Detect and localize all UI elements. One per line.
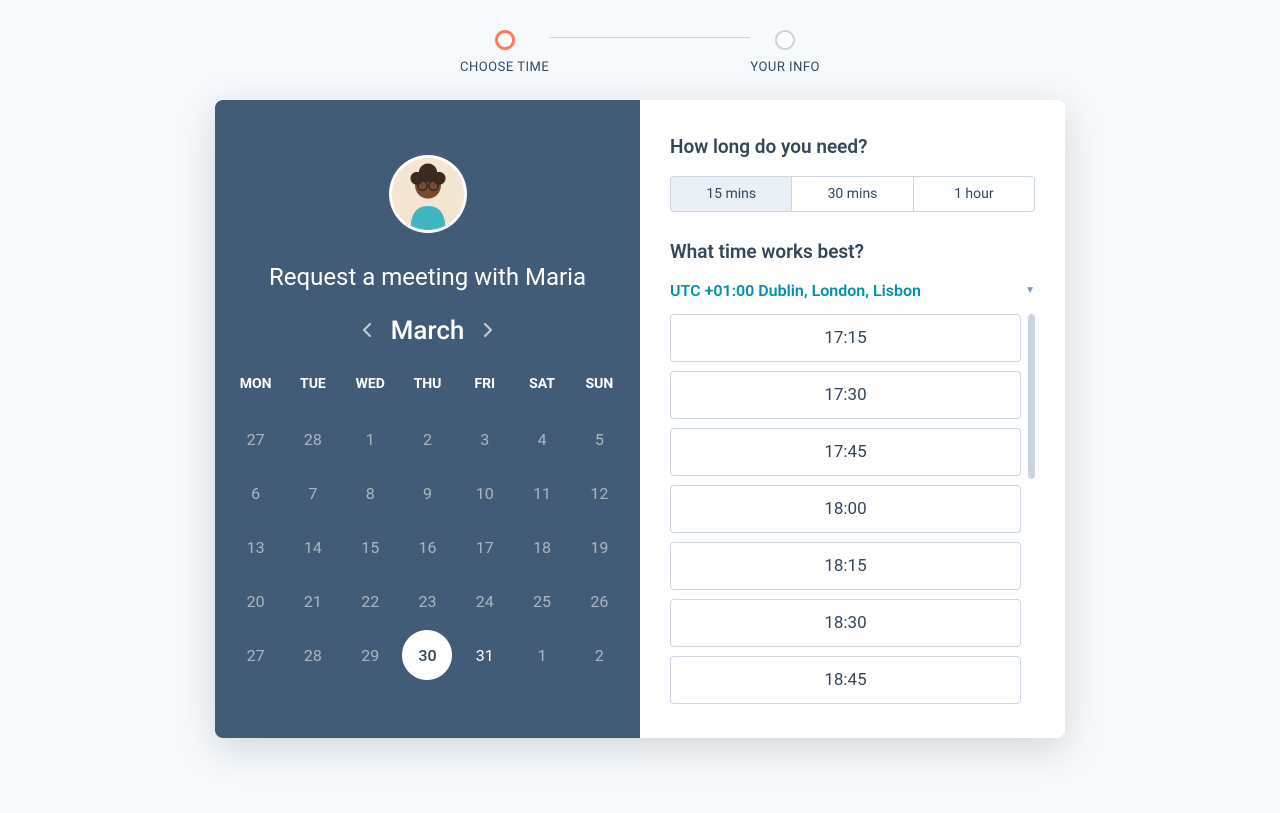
calendar-day[interactable]: 19 [571, 520, 628, 574]
duration-title: How long do you need? [670, 135, 1035, 158]
calendar-day[interactable]: 2 [571, 628, 628, 682]
calendar-day[interactable]: 9 [399, 466, 456, 520]
calendar-day[interactable]: 25 [513, 574, 570, 628]
calendar-weekday: WED [342, 376, 399, 412]
timeslot-option[interactable]: 17:45 [670, 428, 1021, 476]
calendar-day[interactable]: 11 [513, 466, 570, 520]
calendar-day[interactable]: 27 [227, 412, 284, 466]
calendar-day[interactable]: 1 [342, 412, 399, 466]
duration-option[interactable]: 15 mins [671, 177, 791, 211]
chevron-down-icon: ▼ [1025, 285, 1035, 296]
calendar-day[interactable]: 5 [571, 412, 628, 466]
calendar-day[interactable]: 21 [284, 574, 341, 628]
calendar-weekday: MON [227, 376, 284, 412]
prev-month-icon[interactable] [362, 322, 371, 341]
avatar [389, 155, 467, 233]
timeslot-option[interactable]: 18:00 [670, 485, 1021, 533]
calendar-day[interactable]: 28 [284, 628, 341, 682]
calendar-weekday: SAT [513, 376, 570, 412]
calendar-day[interactable]: 28 [284, 412, 341, 466]
calendar-day[interactable]: 31 [456, 628, 513, 682]
timeslot-option[interactable]: 18:15 [670, 542, 1021, 590]
calendar-day[interactable]: 30 [399, 628, 456, 682]
scrollbar[interactable] [1028, 314, 1035, 479]
calendar-day[interactable]: 18 [513, 520, 570, 574]
progress-stepper: CHOOSE TIME YOUR INFO [460, 30, 820, 75]
calendar-day[interactable]: 26 [571, 574, 628, 628]
step-label: YOUR INFO [750, 60, 820, 75]
calendar-day[interactable]: 29 [342, 628, 399, 682]
month-label: March [391, 316, 465, 346]
step-your-info: YOUR INFO [750, 30, 820, 75]
calendar-day[interactable]: 22 [342, 574, 399, 628]
calendar-grid: MONTUEWEDTHUFRISATSUN 272812345678910111… [227, 376, 628, 682]
calendar-day[interactable]: 1 [513, 628, 570, 682]
calendar-day[interactable]: 23 [399, 574, 456, 628]
calendar-day[interactable]: 3 [456, 412, 513, 466]
timeslot-option[interactable]: 17:15 [670, 314, 1021, 362]
calendar-day[interactable]: 17 [456, 520, 513, 574]
duration-option[interactable]: 30 mins [791, 177, 912, 211]
duration-option[interactable]: 1 hour [913, 177, 1034, 211]
calendar-day[interactable]: 13 [227, 520, 284, 574]
step-circle [775, 30, 795, 50]
month-navigation: March [362, 316, 494, 346]
timeslot-option[interactable]: 18:45 [670, 656, 1021, 704]
calendar-day[interactable]: 15 [342, 520, 399, 574]
calendar-day[interactable]: 2 [399, 412, 456, 466]
calendar-weekday: THU [399, 376, 456, 412]
calendar-day[interactable]: 24 [456, 574, 513, 628]
step-label: CHOOSE TIME [460, 60, 549, 75]
timezone-select[interactable]: UTC +01:00 Dublin, London, Lisbon ▼ [670, 281, 1035, 300]
time-title: What time works best? [670, 240, 1035, 263]
calendar-day[interactable]: 12 [571, 466, 628, 520]
calendar-weekday: SUN [571, 376, 628, 412]
step-choose-time: CHOOSE TIME [460, 30, 549, 75]
next-month-icon[interactable] [484, 322, 493, 341]
timeslot-option[interactable]: 18:30 [670, 599, 1021, 647]
calendar-day[interactable]: 6 [227, 466, 284, 520]
calendar-day[interactable]: 10 [456, 466, 513, 520]
calendar-day[interactable]: 4 [513, 412, 570, 466]
calendar-weekday: FRI [456, 376, 513, 412]
calendar-day[interactable]: 8 [342, 466, 399, 520]
timeslot-option[interactable]: 17:30 [670, 371, 1021, 419]
timezone-label: UTC +01:00 Dublin, London, Lisbon [670, 281, 921, 300]
timeslot-list-wrap: 17:15 17:30 17:45 18:00 18:15 18:30 18:45 [670, 314, 1035, 738]
calendar-day[interactable]: 14 [284, 520, 341, 574]
calendar-weekday: TUE [284, 376, 341, 412]
calendar-day[interactable]: 16 [399, 520, 456, 574]
time-panel: How long do you need? 15 mins30 mins1 ho… [640, 100, 1065, 738]
timeslot-list: 17:15 17:30 17:45 18:00 18:15 18:30 18:45 [670, 314, 1035, 738]
step-connector [549, 37, 750, 38]
calendar-day[interactable]: 7 [284, 466, 341, 520]
booking-card: Request a meeting with Maria March MONTU… [215, 100, 1065, 738]
calendar-day[interactable]: 20 [227, 574, 284, 628]
calendar-day[interactable]: 27 [227, 628, 284, 682]
step-circle-active [495, 30, 515, 50]
duration-selector: 15 mins30 mins1 hour [670, 176, 1035, 212]
meeting-title: Request a meeting with Maria [269, 263, 586, 291]
calendar-panel: Request a meeting with Maria March MONTU… [215, 100, 640, 738]
